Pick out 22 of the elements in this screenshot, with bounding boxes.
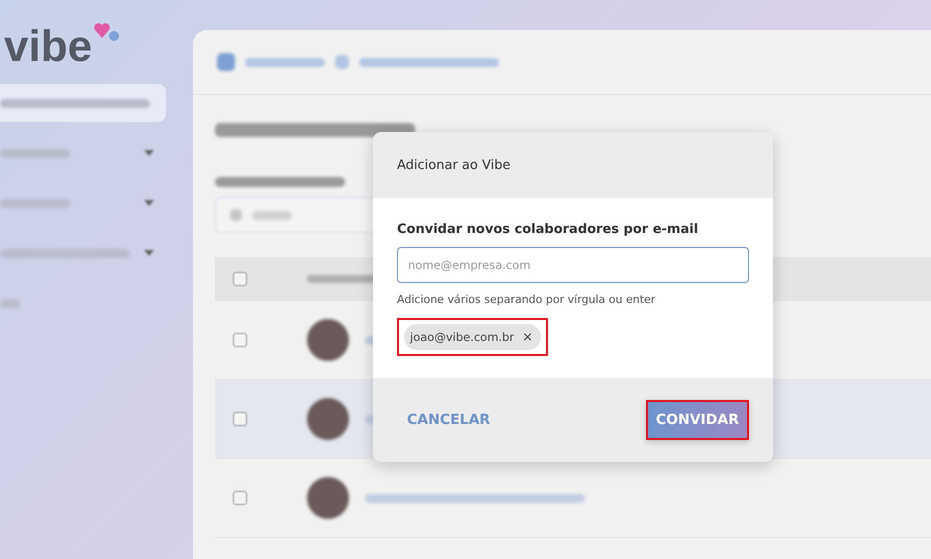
- blurred-text-bar: [0, 198, 70, 208]
- invite-button[interactable]: CONVIDAR: [646, 400, 749, 440]
- row-checkbox[interactable]: [233, 333, 247, 347]
- remove-button[interactable]: ×: [522, 330, 533, 344]
- dialog-title: Adicionar ao Vibe: [396, 156, 512, 174]
- sidebar-item[interactable]: [0, 84, 166, 122]
- heart-icon: [94, 22, 120, 42]
- row-checkbox[interactable]: [233, 412, 247, 426]
- hint-text: Adicione vários separando por vírgula ou enter: [397, 293, 656, 306]
- blurred-text-bar: [0, 148, 70, 158]
- chip-label: joao@vibe.com.br: [410, 330, 514, 344]
- logo-text: vibe: [4, 22, 92, 72]
- cancel-button[interactable]: CANCELAR: [397, 404, 500, 436]
- row-checkbox[interactable]: [233, 491, 247, 505]
- email-input[interactable]: nome@empresa.com: [397, 247, 749, 283]
- avatar-placeholder: [307, 477, 349, 519]
- blurred-text-bar: [0, 298, 20, 308]
- email-label: Convidar novos colaboradores por e-mail: [397, 222, 700, 237]
- blurred-text-bar: [252, 210, 292, 220]
- header-checkbox[interactable]: [233, 272, 247, 286]
- avatar-placeholder: [307, 319, 349, 361]
- avatar-placeholder: [307, 398, 349, 440]
